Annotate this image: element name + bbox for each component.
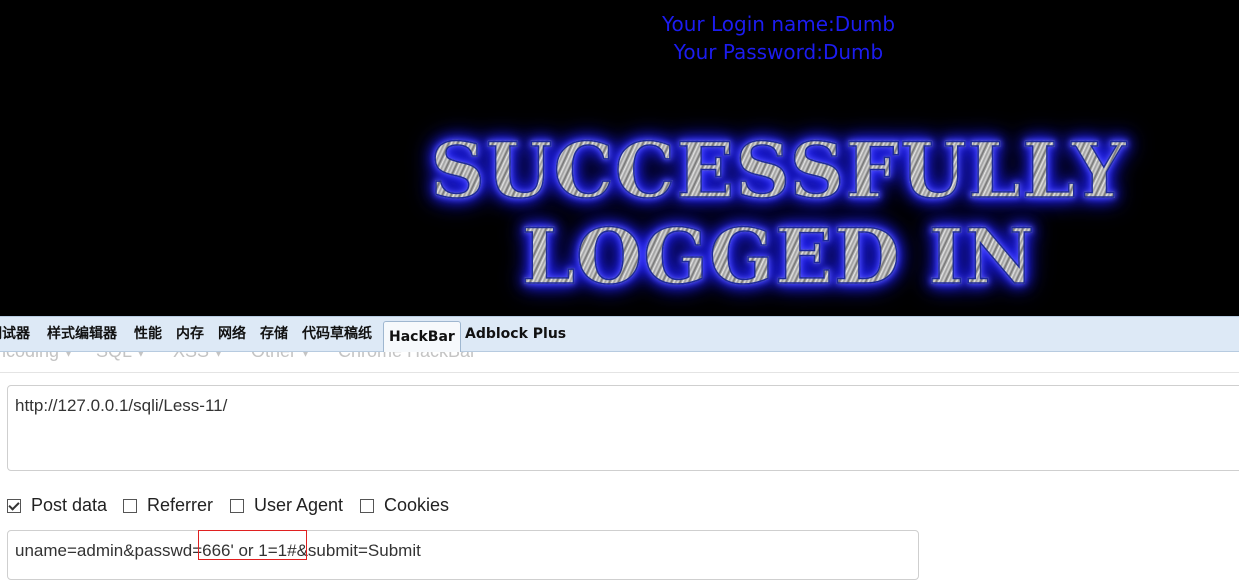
password-text: Your Password:Dumb xyxy=(673,40,884,64)
checkbox-checked-icon xyxy=(7,499,21,513)
user-agent-checkbox[interactable]: User Agent xyxy=(230,494,343,516)
tab-performance[interactable]: 性能 xyxy=(134,317,162,351)
tab-memory[interactable]: 内存 xyxy=(176,317,204,351)
url-textarea[interactable]: http://127.0.0.1/sqli/Less-11/ xyxy=(7,385,1239,471)
menu-encoding[interactable]: ncoding ▾ xyxy=(0,352,73,362)
tab-network[interactable]: 网络 xyxy=(218,317,246,351)
success-banner-line1: SUCCESSFULLY xyxy=(0,125,1239,216)
menu-sql[interactable]: SQL ▾ xyxy=(96,352,145,362)
referrer-checkbox[interactable]: Referrer xyxy=(123,494,213,516)
tab-scratchpad[interactable]: 代码草稿纸 xyxy=(302,317,372,351)
hackbar-menu: ncoding ▾ SQL ▾ XSS ▾ Other ▾ Chrome Hac… xyxy=(0,352,1239,373)
checkbox-icon xyxy=(360,499,374,513)
cookies-checkbox[interactable]: Cookies xyxy=(360,494,449,516)
login-name-text: Your Login name:Dumb xyxy=(661,12,896,36)
success-banner-line2: LOGGED IN xyxy=(0,211,1239,302)
menu-other[interactable]: Other ▾ xyxy=(251,352,310,362)
checkbox-icon xyxy=(123,499,137,513)
menu-chrome-hackbar[interactable]: Chrome HackBar xyxy=(338,352,476,362)
devtools-tab-bar: 调试器 样式编辑器 性能 内存 网络 存储 代码草稿纸 HackBar Adbl… xyxy=(0,316,1239,353)
payload-highlight-box xyxy=(198,530,307,560)
tab-debugger[interactable]: 调试器 xyxy=(0,317,30,351)
post-data-textarea[interactable]: uname=admin&passwd=666' or 1=1#&submit=S… xyxy=(7,530,919,580)
menu-xss[interactable]: XSS ▾ xyxy=(173,352,223,362)
cookies-label: Cookies xyxy=(384,495,450,515)
post-data-label: Post data xyxy=(31,495,108,515)
post-data-checkbox[interactable]: Post data xyxy=(7,494,107,516)
tab-hackbar[interactable]: HackBar xyxy=(383,321,461,353)
tab-adblock-plus[interactable]: Adblock Plus xyxy=(465,317,566,351)
tab-style-editor[interactable]: 样式编辑器 xyxy=(47,317,117,351)
checkbox-icon xyxy=(230,499,244,513)
tab-storage[interactable]: 存储 xyxy=(260,317,288,351)
user-agent-label: User Agent xyxy=(254,495,344,515)
page-viewport: Your Login name:Dumb Your Password:Dumb … xyxy=(0,0,1239,316)
referrer-label: Referrer xyxy=(147,495,214,515)
